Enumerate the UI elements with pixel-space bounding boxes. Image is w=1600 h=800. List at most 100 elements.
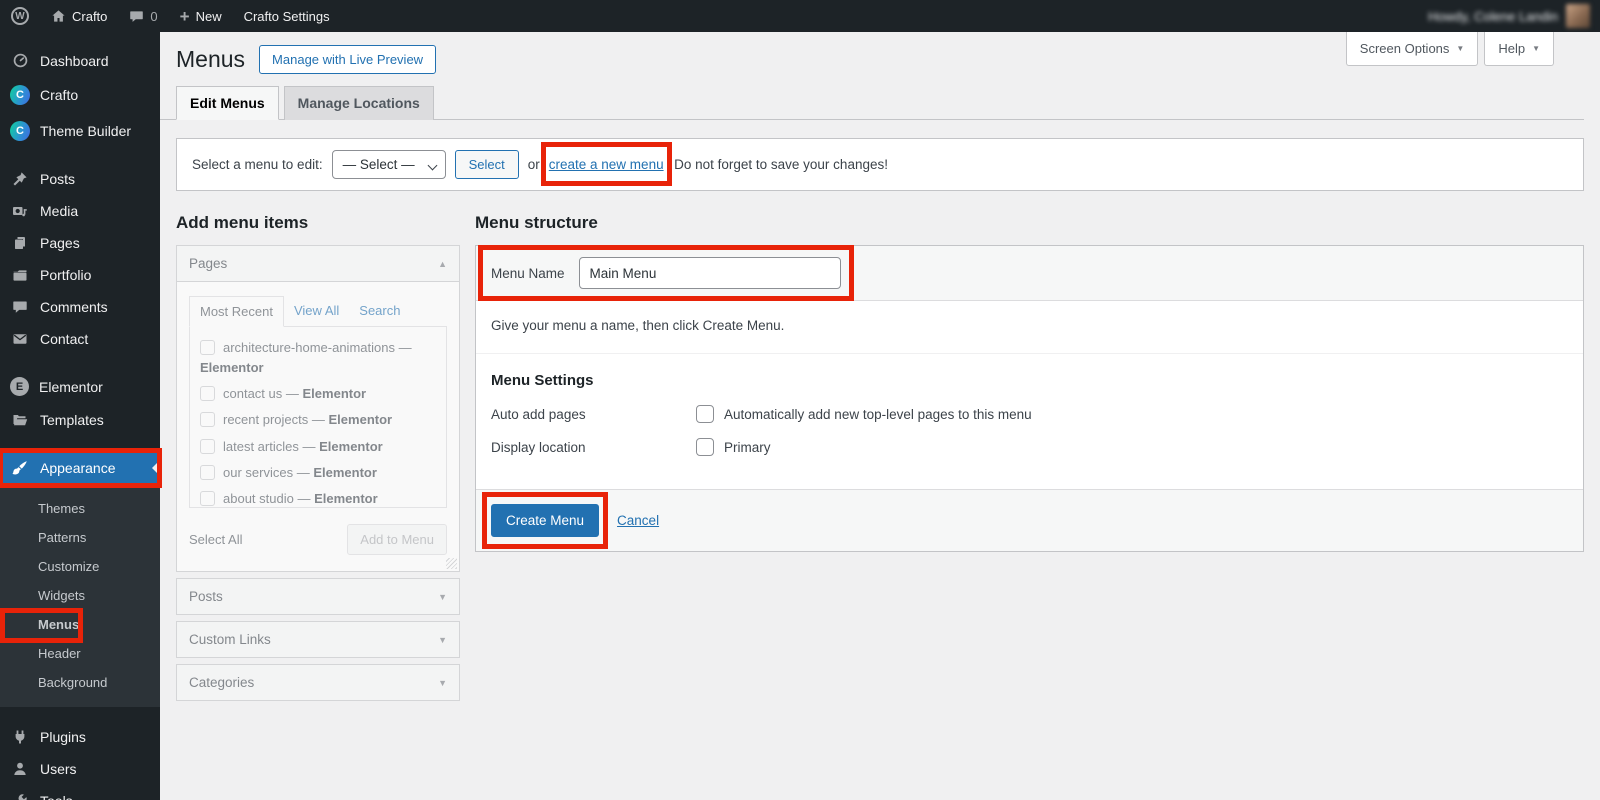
resize-handle[interactable] [446,558,457,569]
primary-location-checkbox[interactable] [696,438,714,456]
tab-manage-locations[interactable]: Manage Locations [283,86,434,120]
add-to-menu-button[interactable]: Add to Menu [347,524,447,555]
subitem-label: Menus [0,608,84,643]
menu-structure-body: Give your menu a name, then click Create… [476,301,1583,477]
sidebar-subitem-customize[interactable]: Customize [0,552,160,581]
sidebar-item-tools[interactable]: Tools [0,785,160,800]
crafto-settings-link[interactable]: Crafto Settings [233,0,341,32]
subitem-label: Header [38,646,81,661]
theme-builder-badge-icon: C [10,121,30,141]
plus-icon: + [179,6,190,26]
page-checkbox[interactable] [200,438,215,454]
menu-item-metaboxes: Pages ▲ Most Recent View All Search arch… [176,245,460,701]
chevron-down-icon: ▼ [1532,44,1540,53]
page-checkbox[interactable] [200,412,215,428]
sidebar-label: Tools [40,793,73,800]
separator-dash: — [297,490,311,506]
sidebar-subitem-themes[interactable]: Themes [0,494,160,523]
site-name-link[interactable]: Crafto [40,0,118,32]
page-list-item: recent projects — Elementor [200,410,436,430]
sidebar-label: Elementor [39,378,103,395]
sidebar-subitem-widgets[interactable]: Widgets [0,581,160,610]
separator-dash: — [302,438,316,454]
paintbrush-icon [10,460,30,476]
cancel-link[interactable]: Cancel [617,513,659,528]
sidebar-item-comments[interactable]: Comments [0,291,160,323]
sidebar-item-plugins[interactable]: Plugins [0,721,160,753]
admin-bar-account[interactable]: Howdy, Colene Landin [1428,4,1600,28]
page-name: latest articles [223,438,299,454]
sidebar-label: Plugins [40,729,86,745]
tab-view-all[interactable]: View All [284,296,349,326]
page-list-item: our services — Elementor [200,463,436,483]
select-button[interactable]: Select [454,150,519,179]
page-checkbox[interactable] [200,386,215,402]
manage-live-preview-button[interactable]: Manage with Live Preview [259,45,437,74]
sidebar-item-portfolio[interactable]: Portfolio [0,259,160,291]
sidebar-subitem-patterns[interactable]: Patterns [0,523,160,552]
sidebar-item-appearance[interactable]: Appearance [0,448,162,488]
page-suffix: Elementor [200,360,264,376]
page-checkbox[interactable] [200,490,215,506]
sidebar-item-elementor[interactable]: E Elementor [0,369,160,404]
comments-admin-link[interactable]: 0 [118,0,168,32]
new-content-menu[interactable]: + New [169,0,233,32]
sidebar-subitem-background[interactable]: Background [0,668,160,697]
sidebar-item-dashboard[interactable]: Dashboard [0,44,160,77]
auto-add-checkbox[interactable] [696,405,714,423]
page-checkbox[interactable] [200,464,215,480]
subitem-label: Background [38,675,108,690]
sidebar-item-contact[interactable]: Contact [0,323,160,355]
menu-name-input[interactable] [578,257,841,289]
create-new-menu-link[interactable]: create a new menu [549,157,664,172]
accordion-label: Posts [189,589,223,604]
menu-name-annotation: Menu Name [478,245,854,301]
menu-name-label: Menu Name [491,265,565,281]
tab-most-recent[interactable]: Most Recent [189,296,284,327]
select-menu-label: Select a menu to edit: [192,157,323,172]
sidebar-item-users[interactable]: Users [0,753,160,785]
sidebar-item-media[interactable]: Media [0,195,160,227]
new-label: New [195,8,222,24]
menu-select-dropdown[interactable]: — Select — [331,150,446,179]
sidebar-subitem-menus[interactable]: Menus [0,608,160,643]
comments-count: 0 [150,8,158,24]
sidebar-item-posts[interactable]: Posts [0,163,160,195]
sidebar-item-theme-builder[interactable]: C Theme Builder [0,113,160,149]
accordion-posts[interactable]: Posts ▼ [176,578,460,615]
page-list-item: latest articles — Elementor [200,437,436,457]
separator-dash: — [398,340,412,355]
wordpress-logo-menu[interactable]: W [0,0,40,32]
elementor-badge-icon: E [10,377,29,396]
help-button[interactable]: Help ▼ [1484,32,1554,66]
separator-dash: — [311,412,325,428]
menu-settings-heading: Menu Settings [491,372,594,389]
sidebar-item-pages[interactable]: Pages [0,227,160,259]
sidebar-subitem-header[interactable]: Header [0,639,160,668]
create-menu-button[interactable]: Create Menu [491,504,600,537]
sidebar-label: Comments [40,299,108,315]
accordion-label: Custom Links [189,632,271,647]
sidebar-separator [0,355,160,369]
tab-search[interactable]: Search [349,296,410,326]
tab-edit-menus[interactable]: Edit Menus [176,86,279,120]
screen-options-button[interactable]: Screen Options ▼ [1345,32,1479,66]
sidebar-label: Dashboard [40,52,109,69]
sidebar-label: Users [40,761,77,777]
create-menu-annotation: Create Menu [481,492,609,549]
accordion-custom-links[interactable]: Custom Links ▼ [176,621,460,658]
pages-panel-header[interactable]: Pages ▲ [177,246,459,282]
page-checkbox[interactable] [200,340,215,355]
accordion-categories[interactable]: Categories ▼ [176,664,460,701]
sidebar-item-templates[interactable]: Templates [0,404,160,436]
help-label: Help [1498,41,1526,56]
page-name: contact us [223,386,283,402]
add-menu-items-heading: Add menu items [176,213,309,232]
home-icon [51,9,66,24]
menu-structure-panel: Menu Name Give your menu a name, then cl… [475,245,1584,552]
envelope-icon [10,331,30,347]
sidebar-item-crafto[interactable]: C Crafto [0,77,160,113]
appearance-submenu: Themes Patterns Customize Widgets Menus … [0,486,160,707]
save-changes-reminder: . Do not forget to save your changes! [666,157,888,172]
select-all-link[interactable]: Select All [189,532,242,547]
